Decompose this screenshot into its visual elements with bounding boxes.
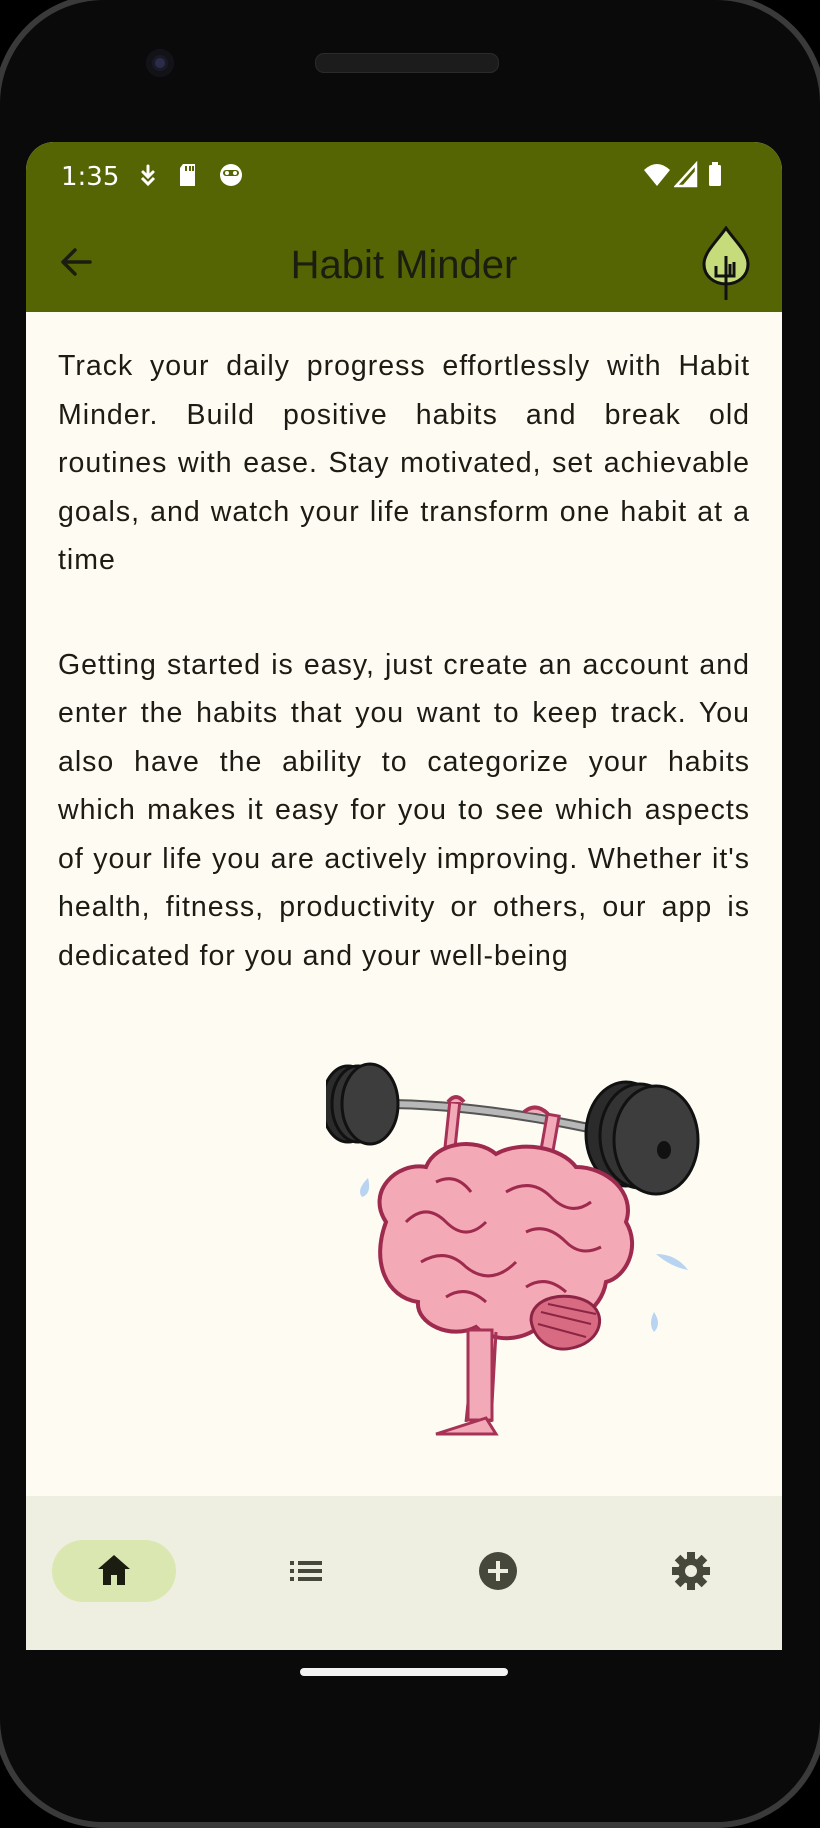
brain-lifting-barbell-illustration bbox=[326, 1062, 700, 1436]
app-screen: 1:35 Habit Minder Track your daily progr… bbox=[26, 142, 782, 1650]
download-icon bbox=[140, 164, 156, 187]
status-bar: 1:35 bbox=[26, 142, 782, 212]
getting-started-paragraph: Getting started is easy, just create an … bbox=[58, 648, 750, 972]
nav-add[interactable] bbox=[436, 1540, 560, 1602]
sd-card-icon bbox=[180, 164, 195, 186]
app-bar: Habit Minder bbox=[26, 212, 782, 312]
home-icon bbox=[98, 1555, 130, 1585]
leaf-logo-icon bbox=[702, 226, 750, 300]
status-time: 1:35 bbox=[61, 162, 120, 192]
gesture-home-bar[interactable] bbox=[300, 1668, 508, 1676]
nav-home[interactable] bbox=[52, 1540, 176, 1602]
nav-list[interactable] bbox=[244, 1540, 368, 1602]
face-icon bbox=[220, 164, 242, 186]
add-circle-icon bbox=[479, 1552, 517, 1590]
list-icon bbox=[290, 1561, 322, 1581]
front-camera bbox=[146, 49, 174, 77]
main-content: Track your daily progress effortlessly w… bbox=[58, 342, 750, 980]
phone-frame: 1:35 Habit Minder Track your daily progr… bbox=[0, 0, 820, 1828]
page-title: Habit Minder bbox=[290, 243, 518, 287]
battery-icon bbox=[709, 162, 721, 186]
intro-paragraph: Track your daily progress effortlessly w… bbox=[58, 350, 750, 576]
nav-settings[interactable] bbox=[629, 1540, 753, 1602]
wifi-icon bbox=[644, 164, 670, 186]
bottom-navigation-bar bbox=[26, 1496, 782, 1650]
settings-gear-icon bbox=[672, 1552, 710, 1590]
earpiece-speaker bbox=[315, 53, 499, 73]
signal-icon bbox=[674, 160, 698, 188]
